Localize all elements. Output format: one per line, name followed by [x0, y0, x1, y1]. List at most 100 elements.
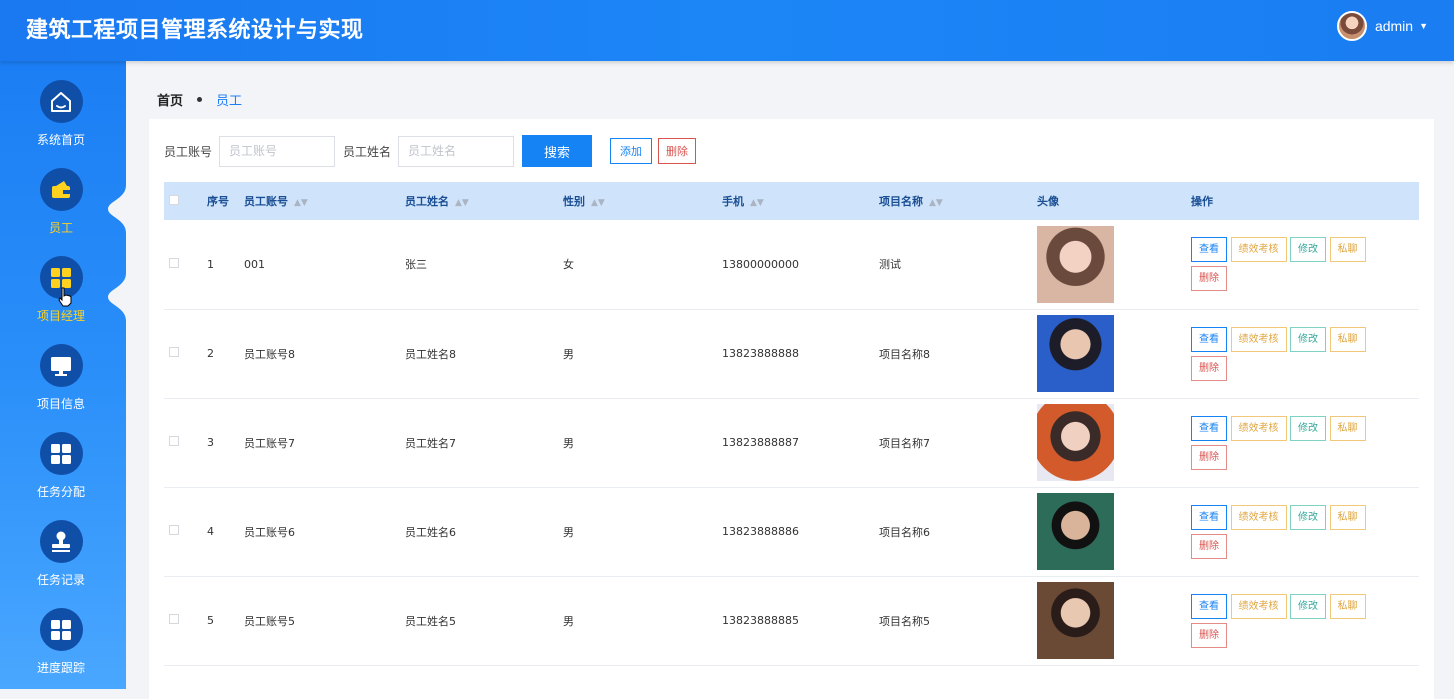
edit-button[interactable]: 修改 — [1290, 237, 1326, 263]
col-phone[interactable]: 手机 ▲▼ — [722, 182, 879, 220]
sort-icon[interactable]: ▲▼ — [455, 198, 469, 208]
sidebar-item-employee[interactable]: 员工 — [0, 168, 122, 248]
employee-photo[interactable] — [1037, 582, 1114, 659]
sidebar: 系统首页 员工 项目经理 项目信息 任务分配 任务记录 进度跟踪 — [0, 61, 126, 689]
table-row: 2 员工账号8 员工姓名8 男 13823888888 项目名称8 查看 绩效考核 修改 私… — [164, 309, 1419, 399]
col-project-label: 项目名称 — [879, 195, 923, 208]
cell-name: 员工姓名8 — [405, 309, 563, 399]
sidebar-item-progress[interactable]: 进度跟踪 — [0, 608, 122, 688]
col-project[interactable]: 项目名称 ▲▼ — [879, 182, 1037, 220]
row-checkbox[interactable] — [169, 347, 179, 357]
edit-button[interactable]: 修改 — [1290, 326, 1326, 352]
name-search-input[interactable] — [398, 135, 515, 167]
row-actions: 查看 绩效考核 修改 私聊删除 — [1191, 576, 1419, 666]
performance-button[interactable]: 绩效考核 — [1230, 326, 1287, 352]
sidebar-item-label: 项目信息 — [36, 397, 85, 411]
col-gender[interactable]: 性别 ▲▼ — [563, 182, 722, 220]
view-button[interactable]: 查看 — [1191, 415, 1227, 441]
row-checkbox[interactable] — [169, 436, 179, 446]
cell-name: 员工姓名5 — [405, 576, 563, 666]
cell-index: 4 — [207, 487, 244, 577]
cell-gender: 男 — [563, 576, 722, 666]
delete-button[interactable]: 删除 — [1191, 266, 1227, 292]
row-actions: 查看 绩效考核 修改 私聊删除 — [1191, 487, 1419, 577]
employee-photo[interactable] — [1037, 225, 1114, 303]
home-icon — [51, 91, 71, 112]
active-notch — [108, 185, 126, 233]
cell-account: 001 — [244, 220, 405, 310]
employee-photo[interactable] — [1037, 315, 1114, 392]
row-checkbox[interactable] — [169, 614, 179, 624]
sort-icon[interactable]: ▲▼ — [591, 198, 605, 208]
cell-name: 员工姓名6 — [405, 487, 563, 577]
user-menu[interactable]: admin ▼ — [1336, 10, 1428, 42]
chat-button[interactable]: 私聊 — [1329, 237, 1366, 263]
grid-icon — [51, 619, 71, 640]
edit-button[interactable]: 修改 — [1290, 415, 1326, 441]
user-name[interactable]: admin — [1375, 18, 1413, 34]
performance-button[interactable]: 绩效考核 — [1230, 415, 1287, 441]
view-button[interactable]: 查看 — [1191, 593, 1227, 619]
name-label: 员工姓名 — [343, 144, 392, 159]
col-phone-label: 手机 — [722, 195, 744, 208]
cell-project: 项目名称6 — [879, 487, 1037, 577]
cell-index: 1 — [207, 220, 244, 310]
sidebar-item-task-assign[interactable]: 任务分配 — [0, 432, 122, 512]
delete-button[interactable]: 删除 — [1191, 444, 1227, 470]
sort-icon[interactable]: ▲▼ — [929, 198, 943, 208]
view-button[interactable]: 查看 — [1191, 326, 1227, 352]
chat-button[interactable]: 私聊 — [1329, 504, 1366, 530]
performance-button[interactable]: 绩效考核 — [1230, 504, 1287, 530]
avatar[interactable] — [1336, 11, 1367, 41]
edit-button[interactable]: 修改 — [1290, 593, 1326, 619]
col-name[interactable]: 员工姓名 ▲▼ — [405, 182, 563, 220]
view-button[interactable]: 查看 — [1191, 237, 1227, 263]
table-row: 1 001 张三女 13800000000 测试 查看 绩效考核 修改 私聊 删除 — [164, 220, 1419, 310]
monitor-icon — [51, 356, 71, 376]
sidebar-item-project-info[interactable]: 项目信息 — [0, 344, 122, 424]
breadcrumb-home[interactable]: 首页 — [157, 90, 183, 109]
view-button[interactable]: 查看 — [1191, 504, 1227, 530]
sidebar-item-home[interactable]: 系统首页 — [0, 80, 122, 160]
chevron-down-icon[interactable]: ▼ — [1419, 21, 1428, 31]
sidebar-item-task-record[interactable]: 任务记录 — [0, 520, 122, 600]
cell-gender: 女 — [563, 220, 722, 310]
cell-phone: 13823888886 — [722, 487, 879, 577]
cell-name: 张三 — [405, 220, 563, 310]
edit-button[interactable]: 修改 — [1290, 504, 1326, 530]
delete-button[interactable]: 删除 — [1191, 622, 1227, 648]
sort-icon[interactable]: ▲▼ — [294, 198, 308, 208]
search-button[interactable]: 搜索 — [522, 135, 593, 167]
row-actions: 查看 绩效考核 修改 私聊删除 — [1191, 309, 1419, 399]
delete-button[interactable]: 删除 — [1191, 355, 1227, 381]
delete-button[interactable]: 删除 — [1191, 533, 1227, 559]
account-search-input[interactable] — [219, 135, 336, 167]
col-account-label: 员工账号 — [244, 195, 288, 208]
performance-button[interactable]: 绩效考核 — [1230, 237, 1287, 263]
list-panel: 员工账号 员工姓名 搜索 添加 删除 序号 员工账号 ▲▼ 员工姓名 ▲▼ 性别 ▲▼… — [149, 119, 1434, 699]
employee-table: 序号 员工账号 ▲▼ 员工姓名 ▲▼ 性别 ▲▼ 手机 ▲▼ 项目名称 ▲▼ 头像 操作 … — [164, 182, 1419, 666]
chat-button[interactable]: 私聊 — [1329, 326, 1366, 352]
performance-button[interactable]: 绩效考核 — [1230, 593, 1287, 619]
batch-delete-button[interactable]: 删除 — [658, 138, 697, 164]
row-checkbox[interactable] — [169, 257, 179, 268]
col-account[interactable]: 员工账号 ▲▼ — [244, 182, 405, 220]
cell-project: 测试 — [879, 220, 1037, 310]
row-checkbox[interactable] — [169, 525, 179, 535]
main-content: 首页 员工 员工账号 员工姓名 搜索 添加 删除 序号 员工账号 ▲▼ — [126, 61, 1454, 699]
chat-button[interactable]: 私聊 — [1329, 593, 1366, 619]
search-bar: 员工账号 员工姓名 搜索 添加 删除 — [164, 135, 697, 167]
account-label: 员工账号 — [164, 144, 213, 159]
employee-photo[interactable] — [1037, 404, 1114, 481]
employee-photo[interactable] — [1037, 493, 1114, 570]
sidebar-item-label: 员工 — [48, 221, 73, 235]
add-button[interactable]: 添加 — [610, 138, 653, 164]
col-name-label: 员工姓名 — [405, 195, 449, 208]
chat-button[interactable]: 私聊 — [1329, 415, 1366, 441]
cell-index: 5 — [207, 576, 244, 666]
cell-gender: 男 — [563, 487, 722, 577]
row-actions: 查看 绩效考核 修改 私聊删除 — [1191, 398, 1419, 488]
cell-account: 员工账号7 — [244, 398, 405, 488]
sort-icon[interactable]: ▲▼ — [750, 198, 764, 208]
select-all-checkbox[interactable] — [169, 194, 179, 205]
